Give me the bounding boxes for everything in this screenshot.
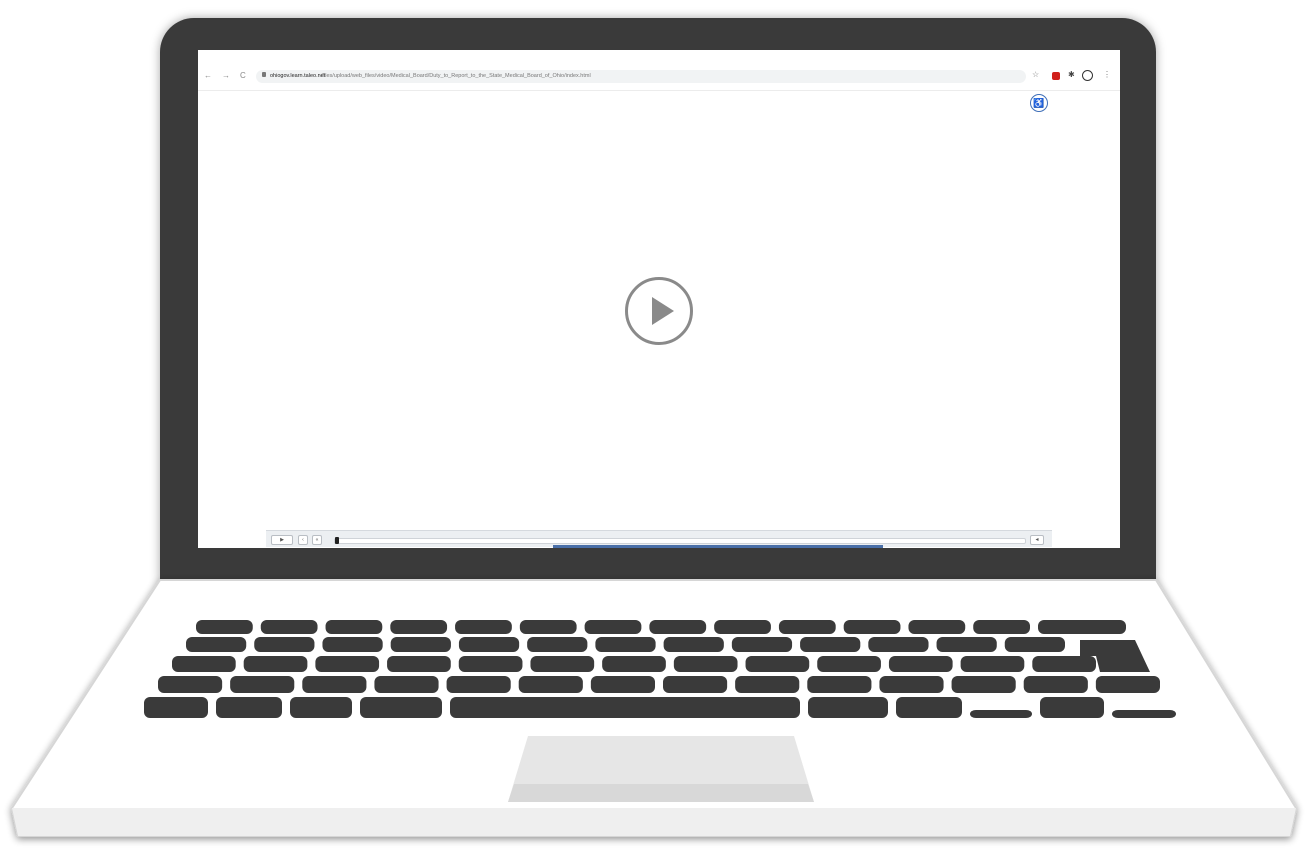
keyboard-key — [714, 620, 771, 634]
keyboard-key — [868, 637, 929, 652]
trackpad — [508, 736, 814, 802]
keyboard-key — [360, 697, 442, 718]
progress-bar[interactable] — [334, 537, 1026, 544]
browser-window: ← → C ohiogov.learn.taleo.net /files/upl… — [198, 50, 1120, 548]
keyboard-key — [315, 656, 380, 672]
keyboard-key — [446, 676, 511, 693]
browser-toolbar: ← → C ohiogov.learn.taleo.net /files/upl… — [198, 50, 1120, 91]
url-host: ohiogov.learn.taleo.net — [270, 73, 326, 79]
keyboard-key — [663, 637, 724, 652]
keyboard-key — [808, 697, 888, 718]
bookmark-star-icon[interactable]: ☆ — [1032, 70, 1039, 79]
keyboard-key — [778, 620, 836, 634]
keyboard-key — [1038, 620, 1126, 634]
keyboard-key — [260, 620, 318, 634]
browser-menu-icon[interactable]: ⋮ — [1103, 70, 1111, 79]
play-icon — [652, 297, 674, 325]
keyboard-key — [325, 620, 383, 634]
keyboard-key — [254, 637, 315, 652]
keyboard-key — [144, 697, 208, 718]
accessibility-icon[interactable]: ♿ — [1030, 94, 1048, 112]
keyboard-key — [374, 676, 439, 693]
keyboard-key — [888, 656, 953, 672]
keyboard-key — [1040, 697, 1104, 718]
keyboard-key — [1112, 710, 1176, 718]
keyboard-key — [807, 676, 872, 693]
progress-handle[interactable] — [335, 537, 339, 544]
address-bar[interactable]: ohiogov.learn.taleo.net /files/upload/we… — [256, 70, 1026, 83]
keyboard-key — [530, 656, 595, 672]
keyboard-key — [243, 656, 308, 672]
deck-front-edge — [12, 808, 1296, 836]
keyboard-key — [595, 637, 656, 652]
keyboard-key — [387, 656, 451, 672]
keyboard-key — [970, 710, 1032, 718]
reload-icon[interactable]: C — [240, 70, 246, 82]
replay-button[interactable]: « — [312, 535, 322, 545]
keyboard-key — [186, 637, 247, 652]
volume-button[interactable]: ◂ — [1030, 535, 1044, 545]
keyboard-key — [731, 637, 793, 652]
keyboard-key — [936, 637, 997, 652]
keyboard-key — [879, 676, 944, 693]
keyboard-key — [960, 656, 1025, 672]
extension-red-icon[interactable] — [1052, 72, 1060, 80]
keyboard-key — [1095, 676, 1160, 693]
keyboard-key — [590, 676, 655, 693]
keyboard-key — [843, 620, 901, 634]
rewind-button[interactable]: ‹ — [298, 535, 308, 545]
keyboard-key — [322, 637, 383, 652]
keyboard-key — [172, 656, 236, 672]
keyboard-key — [519, 620, 577, 634]
keyboard-key — [518, 676, 583, 693]
play-button[interactable]: ▶ — [271, 535, 293, 545]
keyboard-key — [216, 697, 282, 718]
video-thumbnail-strip — [553, 545, 883, 548]
keyboard-key — [663, 676, 728, 693]
keyboard-key — [1004, 637, 1065, 652]
keyboard-key — [584, 620, 642, 634]
keyboard-key — [896, 697, 962, 718]
forward-icon[interactable]: → — [222, 70, 230, 82]
keyboard-key — [745, 656, 810, 672]
keyboard-key — [1023, 676, 1088, 693]
play-overlay-button[interactable] — [625, 277, 693, 345]
keyboard-key — [390, 620, 448, 634]
keyboard-key — [800, 637, 861, 652]
keyboard-key — [817, 656, 881, 672]
keyboard-key — [302, 676, 367, 693]
keyboard-key — [390, 637, 451, 652]
keyboard-key — [649, 620, 707, 634]
keyboard-key — [196, 620, 253, 634]
keyboard-key — [230, 676, 295, 693]
keyboard-key — [458, 656, 523, 672]
url-path: /files/upload/web_files/video/Medical_Bo… — [321, 73, 591, 79]
keyboard-key — [458, 637, 520, 652]
keyboard-key — [158, 676, 223, 693]
keyboard-key — [290, 697, 352, 718]
keyboard-key — [1032, 656, 1096, 672]
keyboard-key — [455, 620, 512, 634]
back-icon[interactable]: ← — [204, 70, 212, 82]
keyboard-key — [602, 656, 666, 672]
extensions-puzzle-icon[interactable]: ✱ — [1068, 70, 1075, 79]
keyboard-key — [673, 656, 738, 672]
keyboard-key — [951, 676, 1016, 693]
keyboard-key — [908, 620, 966, 634]
profile-icon[interactable] — [1082, 70, 1093, 81]
keyboard-key — [735, 676, 800, 693]
keyboard-key — [450, 697, 800, 718]
keyboard-key — [973, 620, 1030, 634]
keyboard-key — [527, 637, 588, 652]
lock-icon[interactable] — [262, 72, 266, 77]
